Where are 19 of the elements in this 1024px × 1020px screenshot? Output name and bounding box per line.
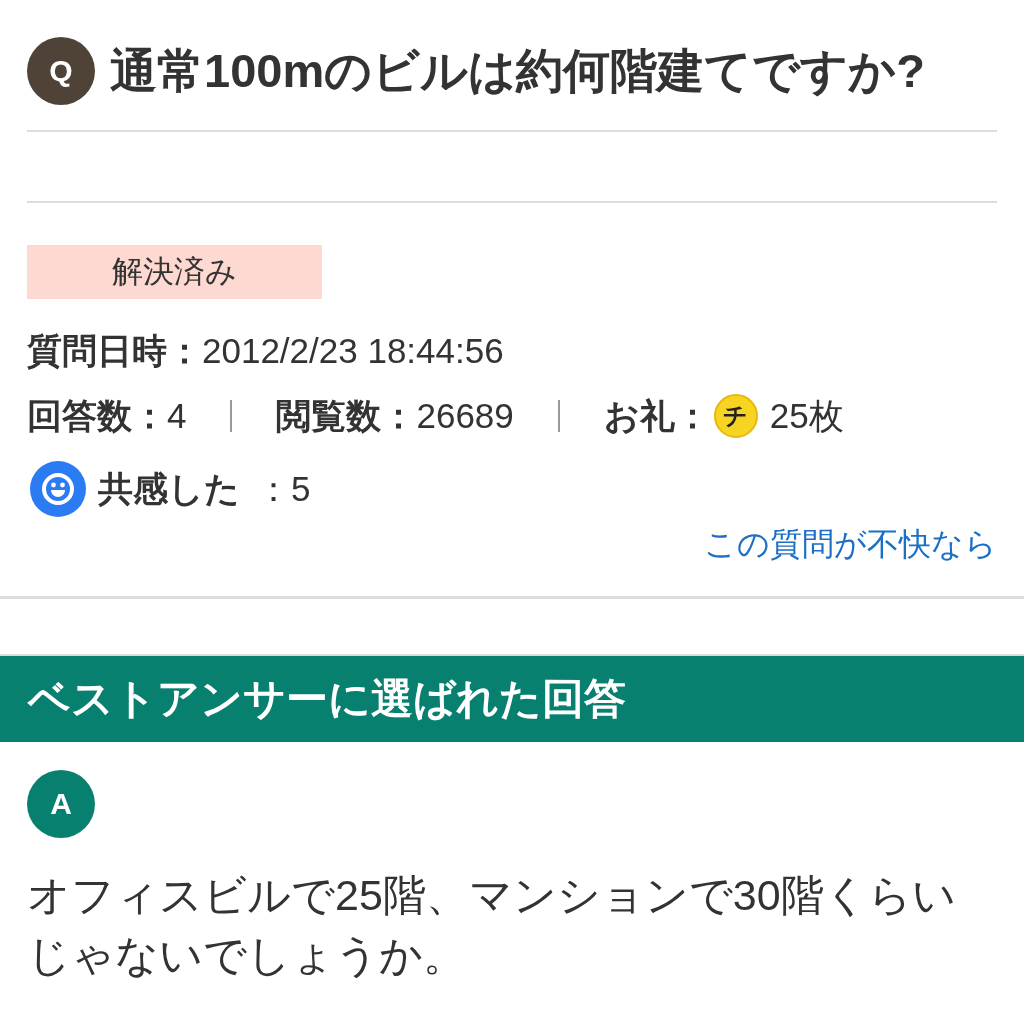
date-label: 質問日時： xyxy=(27,330,202,372)
report-link[interactable]: この質問が不快なら xyxy=(704,523,997,565)
answer-badge: A xyxy=(27,770,95,838)
smiley-icon xyxy=(30,461,86,517)
status-tag: 解決済み xyxy=(27,245,322,299)
stat-label: 回答数： xyxy=(27,395,167,437)
question-badge: Q xyxy=(27,37,95,105)
stat-value: 26689 xyxy=(416,395,514,437)
stat-value: 25枚 xyxy=(769,395,844,437)
stat-value: 4 xyxy=(167,395,187,437)
answer-text: オフィスビルで25階、マンションで30階くらいじゃないでしょうか。 xyxy=(27,870,957,981)
section-heading: ベストアンサーに選ばれた回答 xyxy=(0,654,1024,742)
empathy-label: 共感した xyxy=(98,468,240,510)
stat-label: お礼： xyxy=(603,395,710,437)
empathy-count: ：5 xyxy=(256,468,311,510)
stat-label: 閲覧数： xyxy=(276,395,417,437)
date-value: 2012/2/23 18:44:56 xyxy=(202,330,504,372)
coin-badge: チ xyxy=(713,394,758,438)
question-title: 通常100mのビルは約何階建てですか? xyxy=(110,43,925,99)
